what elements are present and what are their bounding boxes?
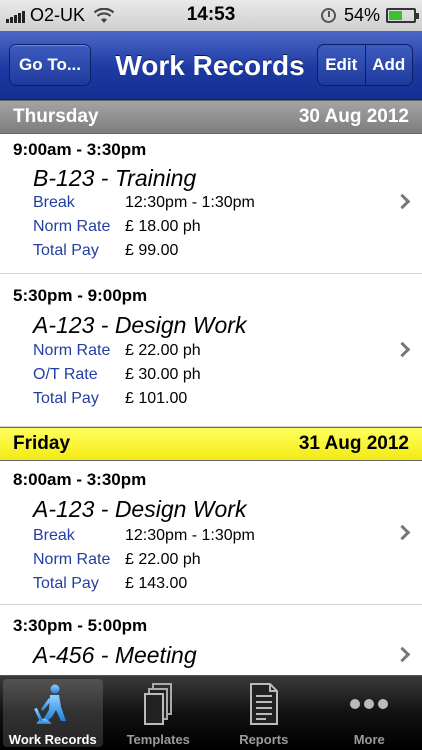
entry-title: B-123 - Training: [33, 165, 197, 191]
tab-bar: Work Records Templates Reports More: [0, 675, 422, 750]
tab-label: Work Records: [8, 732, 97, 747]
templates-icon: [136, 682, 180, 726]
list-item[interactable]: 8:00am - 3:30pm A-123 - Design Work Brea…: [0, 461, 422, 605]
row-value: £ 101.00: [125, 390, 188, 407]
day-name: Thursday: [13, 106, 99, 127]
entry-row: Norm Rate £ 18.00 ph: [33, 218, 201, 236]
row-value: £ 22.00 ph: [125, 551, 201, 568]
entry-time: 8:00am - 3:30pm: [13, 470, 147, 489]
entry-row: Total Pay £ 99.00: [33, 242, 178, 260]
reports-icon: [242, 682, 286, 726]
chevron-right-icon[interactable]: [394, 524, 411, 541]
row-label: Total Pay: [33, 390, 99, 407]
add-button[interactable]: Add: [364, 45, 413, 85]
row-value: £ 30.00 ph: [125, 366, 201, 383]
entry-row: Norm Rate £ 22.00 ph: [33, 342, 201, 360]
entry-row: O/T Rate £ 30.00 ph: [33, 366, 201, 384]
work-records-list[interactable]: Thursday 30 Aug 2012 9:00am - 3:30pm B-1…: [0, 100, 422, 675]
tab-label: More: [353, 732, 385, 747]
entry-time: 5:30pm - 9:00pm: [13, 286, 148, 305]
tab-reports[interactable]: Reports: [211, 676, 317, 750]
entry-time: 3:30pm - 5:00pm: [13, 616, 148, 635]
day-name: Friday: [13, 433, 71, 454]
row-label: Total Pay: [33, 575, 99, 592]
battery-percent: 54%: [343, 5, 380, 25]
row-label: Norm Rate: [33, 551, 111, 568]
status-bar: O2-UK 14:53 54%: [0, 0, 422, 31]
go-to-button[interactable]: Go To...: [9, 44, 91, 86]
row-value: 12:30pm - 1:30pm: [125, 527, 255, 544]
entry-title: A-123 - Design Work: [33, 496, 247, 522]
row-label: O/T Rate: [33, 366, 98, 383]
battery-level-fill: [389, 11, 402, 20]
row-value: £ 22.00 ph: [125, 342, 201, 359]
navigation-bar: Go To... Work Records Edit Add: [0, 31, 422, 100]
entry-row: Norm Rate £ 22.00 ph: [33, 551, 201, 569]
entry-row: Break 12:30pm - 1:30pm: [33, 527, 255, 545]
list-item[interactable]: 5:30pm - 9:00pm A-123 - Design Work Norm…: [0, 274, 422, 427]
chevron-right-icon[interactable]: [394, 646, 411, 663]
row-label: Norm Rate: [33, 218, 111, 235]
entry-time: 9:00am - 3:30pm: [13, 140, 147, 159]
tab-templates[interactable]: Templates: [106, 676, 212, 750]
row-value: 12:30pm - 1:30pm: [125, 194, 255, 211]
more-icon: [347, 682, 391, 726]
chevron-right-icon[interactable]: [394, 193, 411, 210]
tab-label: Reports: [239, 732, 289, 747]
list-item[interactable]: 9:00am - 3:30pm B-123 - Training Break 12…: [0, 134, 422, 274]
edit-button[interactable]: Edit: [318, 45, 365, 85]
row-label: Break: [33, 527, 75, 544]
row-label: Break: [33, 194, 75, 211]
entry-title: A-456 - Meeting: [33, 642, 197, 668]
tab-label: Templates: [126, 732, 190, 747]
entry-row: Break 12:30pm - 1:30pm: [33, 194, 255, 212]
row-label: Total Pay: [33, 242, 99, 259]
row-label: Norm Rate: [33, 342, 111, 359]
day-header-thursday: Thursday 30 Aug 2012: [0, 100, 422, 134]
page-title: Work Records: [115, 50, 305, 81]
alarm-clock-icon: [320, 8, 336, 23]
entry-title: A-123 - Design Work: [33, 312, 247, 338]
day-date: 30 Aug 2012: [298, 106, 409, 127]
edit-add-segmented-control: Edit Add: [317, 44, 413, 86]
chevron-right-icon[interactable]: [394, 341, 411, 358]
worker-icon: [31, 682, 75, 726]
entry-row: Total Pay £ 143.00: [33, 575, 187, 593]
entry-row: Total Pay £ 101.00: [33, 390, 187, 408]
day-date: 31 Aug 2012: [298, 433, 409, 454]
battery-icon: [386, 8, 419, 23]
day-header-friday: Friday 31 Aug 2012: [0, 427, 422, 461]
row-value: £ 99.00: [125, 242, 179, 259]
row-value: £ 18.00 ph: [125, 218, 201, 235]
list-item[interactable]: 3:30pm - 5:00pm A-456 - Meeting: [0, 605, 422, 675]
status-right: 54%: [320, 5, 419, 26]
tab-more[interactable]: More: [317, 676, 422, 750]
row-value: £ 143.00: [125, 575, 188, 592]
tab-work-records[interactable]: Work Records: [0, 676, 106, 750]
